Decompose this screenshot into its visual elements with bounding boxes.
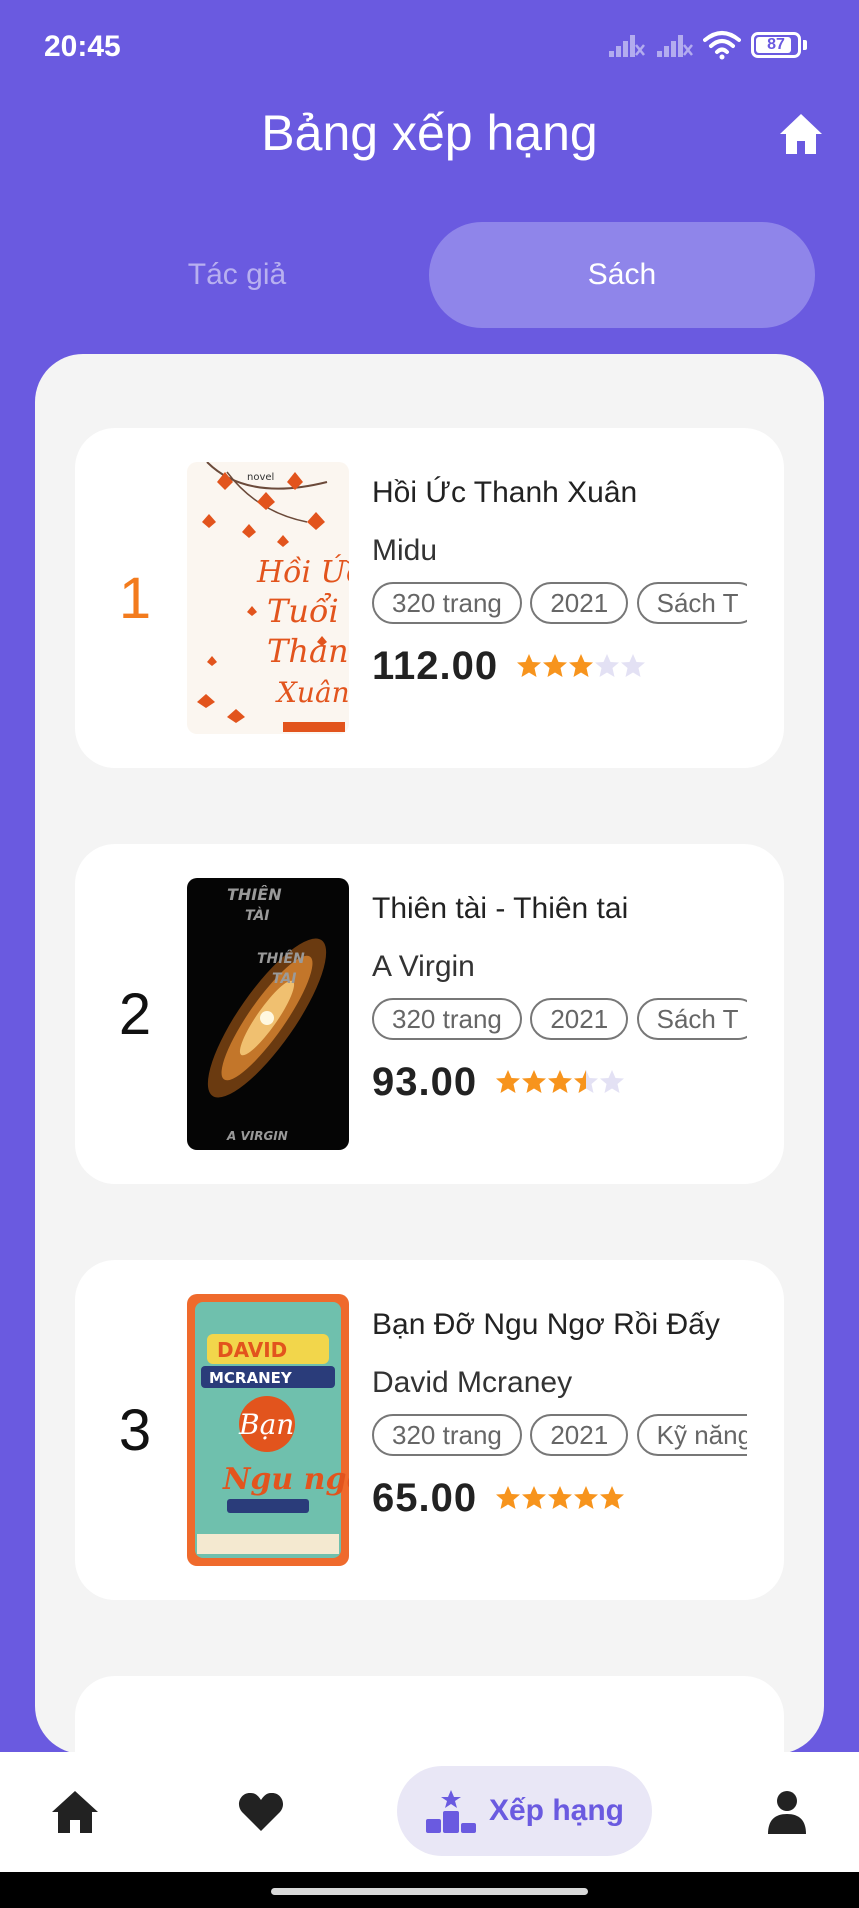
star-icon (496, 1486, 521, 1509)
star-icon (522, 1486, 547, 1509)
home-icon (52, 1791, 98, 1833)
podium-icon (425, 1790, 476, 1833)
nav-ranking[interactable]: Xếp hạng (397, 1766, 652, 1856)
svg-text:THIÊN: THIÊN (257, 950, 305, 967)
star-icon (621, 654, 646, 677)
book-info: Thiên tài - Thiên tai A Virgin 320 trang… (372, 884, 747, 1110)
book-author: A Virgin (372, 950, 475, 983)
svg-text:Bạn: Bạn (238, 1408, 294, 1441)
star-icon (569, 654, 594, 677)
rank-number: 2 (118, 981, 152, 1047)
book-title: Bạn Đỡ Ngu Ngơ Rồi Đấy (372, 1308, 720, 1341)
book-card[interactable] (75, 1676, 784, 1754)
status-time: 20:45 (44, 30, 121, 63)
tag-category: Sách T (636, 998, 747, 1040)
status-icons: 87 (607, 30, 807, 60)
home-indicator[interactable] (271, 1888, 588, 1895)
book-price: 93.00 (372, 1059, 478, 1104)
gesture-bar (0, 1872, 859, 1908)
wifi-icon (703, 31, 741, 60)
book-cover: DAVID MCRANEY Bạn Ngu ngơ (187, 1294, 349, 1566)
book-tags: 320 trang 2021 Sách T (372, 998, 747, 1042)
svg-text:Ngu ngơ: Ngu ngơ (222, 1462, 349, 1497)
tag-pages: 320 trang (372, 582, 522, 624)
book-tags: 320 trang 2021 Kỹ năng (372, 1414, 747, 1458)
ranking-tabs: Tác giả Sách (44, 222, 815, 328)
star-icon (600, 1486, 625, 1509)
star-icon (548, 1070, 573, 1093)
book-card[interactable]: 1 Hồi Ức Tuổi Thanh Xuân (75, 428, 784, 768)
tab-authors[interactable]: Tác giả (44, 222, 430, 328)
status-bar: 20:45 87 (0, 0, 859, 100)
star-rating (516, 653, 646, 679)
star-icon (595, 654, 620, 677)
rank-number: 3 (118, 1397, 152, 1463)
tag-pages: 320 trang (372, 1414, 522, 1456)
page-title: Bảng xếp hạng (261, 105, 598, 161)
svg-text:A VIRGIN: A VIRGIN (226, 1129, 288, 1143)
svg-text:Thanh: Thanh (267, 632, 349, 670)
bottom-navigation: Xếp hạng (0, 1752, 859, 1872)
star-icon (517, 654, 542, 677)
book-cover: THIÊN TÀI THIÊN TAI A VIRGIN (187, 878, 349, 1150)
book-title: Thiên tài - Thiên tai (372, 892, 629, 925)
battery-icon: 87 (751, 32, 807, 58)
star-rating (495, 1485, 625, 1511)
book-author: Midu (372, 534, 438, 567)
tag-pages: 320 trang (372, 998, 522, 1040)
svg-text:TÀI: TÀI (245, 907, 270, 924)
book-info: Bạn Đỡ Ngu Ngơ Rồi Đấy David Mcraney 320… (372, 1300, 747, 1526)
svg-text:TAI: TAI (272, 971, 297, 987)
nav-profile[interactable] (752, 1752, 822, 1872)
book-info: Hồi Ức Thanh Xuân Midu 320 trang 2021 Sá… (372, 468, 747, 694)
star-icon (522, 1070, 547, 1093)
star-rating (495, 1069, 625, 1095)
tag-category: Kỹ năng (636, 1414, 747, 1456)
svg-text:Xuân: Xuân (275, 676, 349, 709)
tag-year: 2021 (530, 1414, 629, 1456)
tab-books[interactable]: Sách (429, 222, 815, 328)
price-row: 112.00 (372, 638, 742, 694)
signal-icon (657, 35, 693, 57)
tag-year: 2021 (530, 998, 629, 1040)
signal-icon (609, 35, 645, 57)
ranking-list-panel: 1 Hồi Ức Tuổi Thanh Xuân (35, 354, 824, 1754)
book-cover: Hồi Ức Tuổi Thanh Xuân novel (187, 462, 349, 734)
battery-level: 87 (767, 36, 785, 53)
book-tags: 320 trang 2021 Sách T (372, 582, 747, 626)
price-row: 93.00 (372, 1054, 742, 1110)
heart-icon (238, 1792, 284, 1831)
home-icon[interactable] (777, 110, 825, 158)
book-author: David Mcraney (372, 1366, 573, 1399)
star-icon (574, 1070, 599, 1093)
svg-text:DAVID: DAVID (217, 1338, 287, 1362)
star-icon (496, 1070, 521, 1093)
svg-text:Hồi Ức: Hồi Ức (256, 554, 349, 590)
svg-text:novel: novel (247, 472, 274, 483)
nav-home[interactable] (40, 1752, 110, 1872)
nav-ranking-label: Xếp hạng (488, 1794, 624, 1827)
book-price: 65.00 (372, 1475, 478, 1520)
nav-favorites[interactable] (226, 1752, 296, 1872)
star-icon (574, 1486, 599, 1509)
book-card[interactable]: 3 DAVID MCRANEY Bạn Ngu ngơ Bạn Đỡ Ngu N… (75, 1260, 784, 1600)
book-card[interactable]: 2 THIÊN TÀI THIÊN TAI A VIRGIN Thiên tài… (75, 844, 784, 1184)
book-title: Hồi Ức Thanh Xuân (372, 476, 638, 509)
star-icon (600, 1070, 625, 1093)
star-icon (548, 1486, 573, 1509)
tag-category: Sách T (636, 582, 747, 624)
svg-text:MCRANEY: MCRANEY (209, 1369, 293, 1387)
book-price: 112.00 (372, 643, 499, 688)
user-icon (768, 1791, 806, 1834)
svg-text:THIÊN: THIÊN (227, 885, 282, 904)
rank-number: 1 (118, 565, 152, 631)
tag-year: 2021 (530, 582, 629, 624)
price-row: 65.00 (372, 1470, 742, 1526)
star-icon (543, 654, 568, 677)
svg-text:Tuổi: Tuổi (267, 592, 339, 630)
